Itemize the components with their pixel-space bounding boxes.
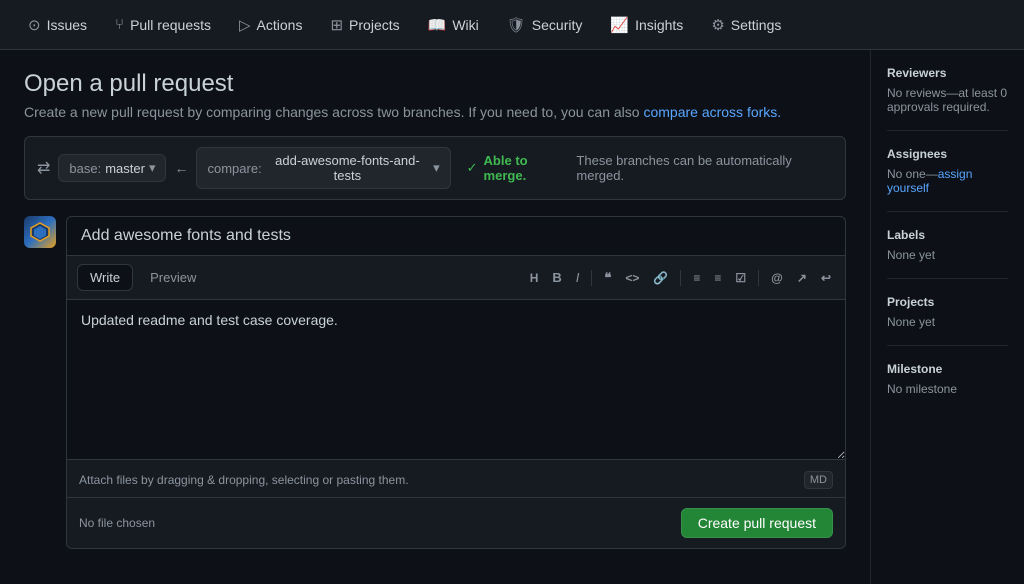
insights-icon: 📈 (610, 16, 629, 34)
quote-button[interactable]: ❝ (600, 268, 615, 288)
nav-item-issues[interactable]: ⊙ Issues (16, 8, 99, 42)
nav-item-pull-requests-label: Pull requests (130, 17, 211, 33)
base-branch-button[interactable]: base: master ▾ (58, 154, 166, 182)
wiki-icon: 📖 (428, 16, 447, 34)
security-icon: 🛡 (507, 16, 526, 34)
nav-item-insights[interactable]: 📈 Insights (598, 8, 695, 42)
avatar (24, 216, 56, 248)
nav-item-projects[interactable]: ⊞ Projects (318, 8, 411, 42)
base-chevron-icon: ▾ (149, 160, 156, 176)
actions-icon: ▷ (239, 16, 251, 34)
markdown-icon: MD (804, 471, 833, 489)
labels-title: Labels (887, 228, 1008, 242)
bold-button[interactable]: B (548, 268, 565, 287)
editor-toolbar: H B I ❝ <> 🔗 ≡ ≡ ☑ @ ↗ ↩ (526, 268, 835, 288)
sidebar: Reviewers No reviews—at least 0 approval… (870, 50, 1024, 584)
nav-item-security-label: Security (532, 17, 583, 33)
projects-icon: ⊞ (330, 16, 343, 34)
code-button[interactable]: <> (621, 269, 643, 287)
nav-item-insights-label: Insights (635, 17, 683, 33)
toolbar-separator-3 (758, 270, 759, 286)
undo-button[interactable]: ↩ (817, 269, 835, 287)
file-note: No file chosen (79, 516, 155, 530)
merge-status-text: These branches can be automatically merg… (576, 153, 833, 183)
reference-button[interactable]: ↗ (793, 269, 811, 287)
nav-item-wiki-label: Wiki (452, 17, 478, 33)
merge-able-text: Able to merge. (484, 153, 571, 183)
merge-status: ✓ Able to merge. These branches can be a… (467, 153, 833, 183)
milestone-title: Milestone (887, 362, 1008, 376)
bullets-button[interactable]: ≡ (689, 269, 704, 287)
compare-label: compare: (207, 161, 261, 176)
tab-group: Write Preview (77, 264, 209, 291)
nav-item-settings[interactable]: ⚙ Settings (699, 8, 793, 42)
link-button[interactable]: 🔗 (649, 269, 672, 287)
nav-item-issues-label: Issues (47, 17, 87, 33)
tab-write[interactable]: Write (77, 264, 133, 291)
create-pull-request-button[interactable]: Create pull request (681, 508, 833, 538)
nav-item-actions-label: Actions (257, 17, 303, 33)
reviewers-value: No reviews—at least 0 approvals required… (887, 86, 1008, 114)
compare-forks-link[interactable]: compare across forks. (643, 104, 781, 120)
toolbar-separator-1 (591, 270, 592, 286)
assignees-value: No one—assign yourself (887, 167, 1008, 195)
nav-item-wiki[interactable]: 📖 Wiki (416, 8, 491, 42)
nav-item-actions[interactable]: ▷ Actions (227, 8, 314, 42)
projects-value: None yet (887, 315, 1008, 329)
milestone-value: No milestone (887, 382, 1008, 396)
sidebar-milestone-section: Milestone No milestone (887, 362, 1008, 412)
assignees-pre: No one (887, 167, 926, 181)
pr-title-input[interactable] (67, 217, 845, 256)
sidebar-assignees-section: Assignees No one—assign yourself (887, 147, 1008, 212)
branch-bar: ⇄ base: master ▾ ← compare: add-awesome-… (24, 136, 846, 200)
main-panel: Open a pull request Create a new pull re… (0, 50, 870, 584)
projects-title: Projects (887, 295, 1008, 309)
nav-item-security[interactable]: 🛡 Security (495, 8, 595, 42)
sidebar-projects-section: Projects None yet (887, 295, 1008, 346)
base-label: base: (69, 161, 101, 176)
page-title: Open a pull request (24, 70, 846, 98)
compare-branch-value: add-awesome-fonts-and-tests (266, 153, 429, 183)
heading-button[interactable]: H (526, 269, 543, 287)
pr-form-row: Write Preview H B I ❝ <> 🔗 ≡ ≡ (24, 216, 846, 549)
labels-value: None yet (887, 248, 1008, 262)
compare-chevron-icon: ▾ (433, 160, 440, 176)
arrow-icon: ← (174, 160, 188, 176)
pull-requests-icon: ⑂ (115, 16, 124, 33)
numbered-button[interactable]: ≡ (710, 269, 725, 287)
italic-button[interactable]: I (572, 268, 584, 287)
nav-item-settings-label: Settings (731, 17, 782, 33)
description-textarea[interactable]: Updated readme and test case coverage. (67, 300, 845, 460)
branch-sync-icon: ⇄ (37, 158, 50, 178)
nav-bar: ⊙ Issues ⑂ Pull requests ▷ Actions ⊞ Pro… (0, 0, 1024, 50)
issues-icon: ⊙ (28, 16, 41, 34)
pr-form: Write Preview H B I ❝ <> 🔗 ≡ ≡ (66, 216, 846, 549)
page-subtitle: Create a new pull request by comparing c… (24, 104, 846, 120)
compare-branch-button[interactable]: compare: add-awesome-fonts-and-tests ▾ (196, 147, 450, 189)
form-footer: No file chosen Create pull request (67, 498, 845, 548)
base-branch-value: master (105, 161, 145, 176)
nav-item-projects-label: Projects (349, 17, 400, 33)
toolbar-separator-2 (680, 270, 681, 286)
editor-tabs: Write Preview H B I ❝ <> 🔗 ≡ ≡ (67, 256, 845, 300)
tab-preview[interactable]: Preview (137, 264, 209, 291)
sidebar-labels-section: Labels None yet (887, 228, 1008, 279)
task-button[interactable]: ☑ (731, 269, 750, 287)
file-attach-bar: Attach files by dragging & dropping, sel… (67, 463, 845, 498)
check-icon: ✓ (467, 160, 478, 176)
settings-icon: ⚙ (711, 16, 724, 34)
file-attach-text: Attach files by dragging & dropping, sel… (79, 473, 409, 487)
reviewers-title: Reviewers (887, 66, 1008, 80)
mention-button[interactable]: @ (767, 269, 787, 287)
nav-item-pull-requests[interactable]: ⑂ Pull requests (103, 8, 223, 41)
subtitle-text: Create a new pull request by comparing c… (24, 104, 640, 120)
sidebar-reviewers-section: Reviewers No reviews—at least 0 approval… (887, 66, 1008, 131)
content-area: Open a pull request Create a new pull re… (0, 50, 1024, 584)
assignees-title: Assignees (887, 147, 1008, 161)
